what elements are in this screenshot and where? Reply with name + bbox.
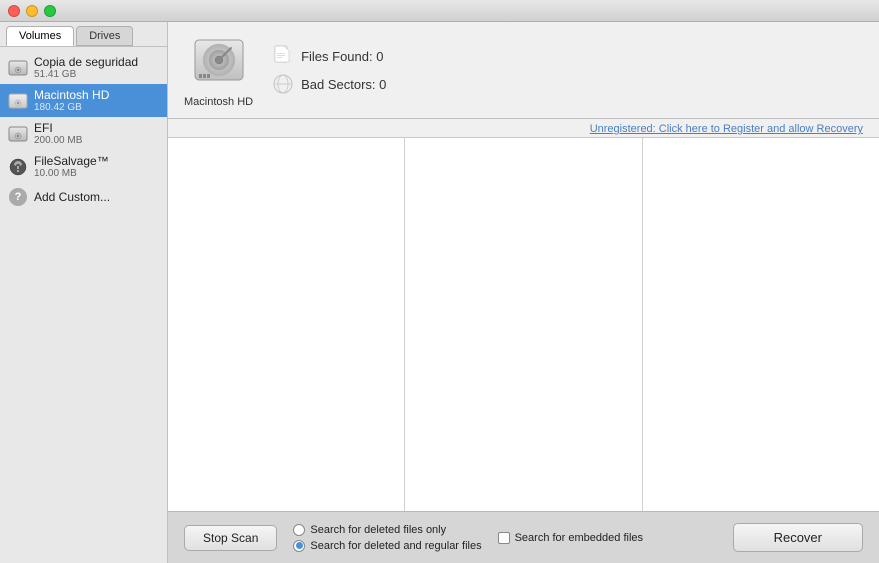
efi-size: 200.00 MB [34, 135, 82, 146]
filesalvage-size: 10.00 MB [34, 168, 109, 179]
files-found-label: Files Found: 0 [301, 49, 383, 64]
checkbox-embedded[interactable]: Search for embedded files [498, 532, 643, 544]
sidebar-item-efi[interactable]: EFI 200.00 MB [0, 117, 167, 150]
copia-name: Copia de seguridad [34, 55, 138, 69]
macintosh-hd-size: 180.42 GB [34, 102, 109, 113]
title-bar [0, 0, 879, 22]
bad-sectors-row: Bad Sectors: 0 [273, 74, 386, 94]
content-area: Macintosh HD Fi [168, 22, 879, 563]
tab-volumes[interactable]: Volumes [6, 26, 74, 46]
copia-size: 51.41 GB [34, 69, 138, 80]
drive-image [189, 32, 249, 92]
minimize-button[interactable] [26, 5, 38, 17]
bad-sectors-icon [273, 74, 293, 94]
checkbox-embedded-label: Search for embedded files [515, 532, 643, 544]
traffic-lights [8, 5, 56, 17]
sidebar: Volumes Drives [0, 22, 168, 563]
file-column-3[interactable] [643, 138, 879, 511]
radio-deleted-regular-label: Search for deleted and regular files [310, 540, 481, 552]
bad-sectors-label: Bad Sectors: 0 [301, 77, 386, 92]
question-icon: ? [8, 187, 28, 207]
macintosh-hd-icon [8, 91, 28, 111]
hd-icon [8, 58, 28, 78]
efi-icon [8, 124, 28, 144]
sidebar-item-macintosh-hd[interactable]: Macintosh HD 180.42 GB [0, 84, 167, 117]
radio-dot-deleted-regular [293, 540, 305, 552]
macintosh-hd-text: Macintosh HD 180.42 GB [34, 88, 109, 113]
add-custom-name: Add Custom... [34, 190, 110, 204]
radio-deleted-only-label: Search for deleted files only [310, 524, 446, 536]
stop-scan-button[interactable]: Stop Scan [184, 525, 277, 551]
sidebar-items: Copia de seguridad 51.41 GB [0, 47, 167, 563]
add-custom-text: Add Custom... [34, 190, 110, 204]
maximize-button[interactable] [44, 5, 56, 17]
file-column-1[interactable] [168, 138, 405, 511]
radio-dot-deleted-only [293, 524, 305, 536]
filesalvage-text: FileSalvage™ 10.00 MB [34, 154, 109, 179]
radio-deleted-only[interactable]: Search for deleted files only [293, 524, 481, 536]
checkbox-box-embedded [498, 532, 510, 544]
sidebar-item-copia[interactable]: Copia de seguridad 51.41 GB [0, 51, 167, 84]
sidebar-item-add-custom[interactable]: ? Add Custom... [0, 183, 167, 211]
main-area: Volumes Drives [0, 22, 879, 563]
register-bar: Unregistered: Click here to Register and… [168, 119, 879, 138]
file-column-2[interactable] [405, 138, 642, 511]
recover-button[interactable]: Recover [733, 523, 863, 552]
info-panel: Macintosh HD Fi [168, 22, 879, 119]
files-found-row: Files Found: 0 [273, 46, 386, 66]
radio-deleted-regular[interactable]: Search for deleted and regular files [293, 540, 481, 552]
search-options: Search for deleted files only Search for… [293, 524, 481, 552]
file-list-area [168, 138, 879, 511]
tab-drives[interactable]: Drives [76, 26, 133, 46]
bottom-bar: Stop Scan Search for deleted files only … [168, 511, 879, 563]
file-icon [273, 46, 293, 66]
sidebar-item-filesalvage[interactable]: FileSalvage™ 10.00 MB [0, 150, 167, 183]
close-button[interactable] [8, 5, 20, 17]
stats-area: Files Found: 0 Bad Sectors: 0 [273, 46, 386, 94]
filesalvage-icon [8, 157, 28, 177]
drive-preview: Macintosh HD [184, 32, 253, 108]
filesalvage-name: FileSalvage™ [34, 154, 109, 168]
register-link[interactable]: Unregistered: Click here to Register and… [590, 123, 863, 135]
copia-text: Copia de seguridad 51.41 GB [34, 55, 138, 80]
tab-bar: Volumes Drives [0, 22, 167, 47]
efi-name: EFI [34, 121, 82, 135]
efi-text: EFI 200.00 MB [34, 121, 82, 146]
macintosh-hd-name: Macintosh HD [34, 88, 109, 102]
drive-label: Macintosh HD [184, 96, 253, 108]
